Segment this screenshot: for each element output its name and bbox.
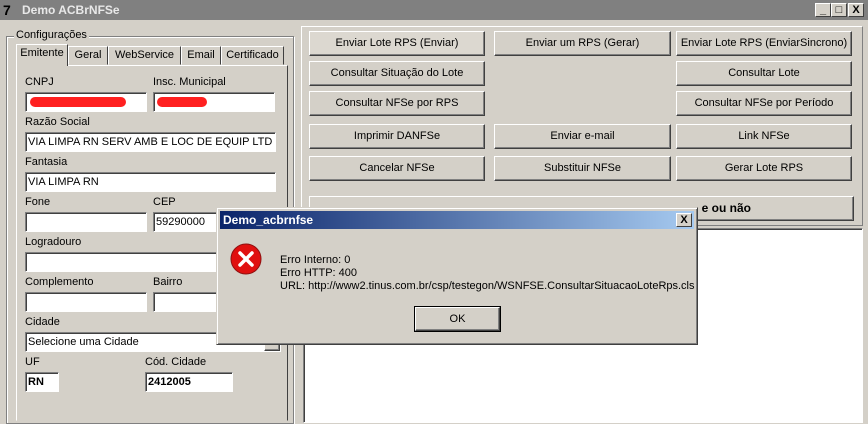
redaction-mark	[30, 97, 126, 107]
razao-social-field[interactable]: VIA LIMPA RN SERV AMB E LOC DE EQUIP LTD	[25, 132, 276, 152]
tab-webservice[interactable]: WebService	[108, 46, 181, 65]
fone-field[interactable]	[25, 212, 147, 232]
consultar-situacao-button[interactable]: Consultar Situação do Lote	[309, 61, 485, 86]
cancelar-nfse-button[interactable]: Cancelar NFSe	[309, 156, 485, 181]
cod-cidade-field[interactable]: 2412005	[145, 372, 233, 392]
complemento-label: Complemento	[25, 276, 94, 288]
cep-label: CEP	[153, 196, 176, 208]
close-button[interactable]: X	[848, 3, 864, 17]
minimize-button[interactable]: _	[815, 3, 831, 17]
dialog-line-2: Erro HTTP: 400	[280, 267, 358, 279]
dialog-title: Demo_acbrnfse	[223, 213, 314, 227]
consultar-lote-button[interactable]: Consultar Lote	[676, 61, 852, 86]
imprimir-danfse-button[interactable]: Imprimir DANFSe	[309, 124, 485, 149]
dialog-close-button[interactable]: X	[676, 213, 692, 227]
fantasia-field[interactable]: VIA LIMPA RN	[25, 172, 276, 192]
enviar-lote-button[interactable]: Enviar Lote RPS (Enviar)	[309, 31, 485, 56]
redaction-mark	[157, 97, 207, 107]
cod-cidade-label: Cód. Cidade	[145, 356, 207, 368]
cnpj-label: CNPJ	[25, 76, 54, 88]
config-group-label: Configurações	[14, 29, 89, 41]
delphi-7-icon[interactable]: 7	[3, 2, 19, 18]
dialog-line-3: URL: http://www2.tinus.com.br/csp/testeg…	[280, 280, 695, 292]
link-nfse-button[interactable]: Link NFSe	[676, 124, 852, 149]
bairro-field[interactable]	[153, 292, 223, 312]
logradouro-field[interactable]	[25, 252, 225, 272]
insc-municipal-label: Insc. Municipal	[153, 76, 226, 88]
complemento-field[interactable]	[25, 292, 147, 312]
consultar-nfse-periodo-button[interactable]: Consultar NFSe por Período	[676, 91, 852, 116]
substituir-nfse-button[interactable]: Substituir NFSe	[494, 156, 671, 181]
tab-certificado[interactable]: Certificado	[221, 46, 284, 65]
tab-emitente[interactable]: Emitente	[16, 44, 68, 66]
title-bar: 7 Demo ACBrNFSe _ □ X	[0, 0, 868, 20]
error-dialog: Demo_acbrnfse X Erro Interno: 0 Erro HTT…	[216, 207, 698, 345]
fantasia-label: Fantasia	[25, 156, 68, 168]
ok-button[interactable]: OK	[414, 306, 501, 332]
gerar-lote-rps-button[interactable]: Gerar Lote RPS	[676, 156, 852, 181]
enviar-email-button[interactable]: Enviar e-mail	[494, 124, 671, 149]
cidade-label: Cidade	[25, 316, 60, 328]
error-icon	[230, 243, 262, 275]
dialog-title-bar: Demo_acbrnfse X	[220, 211, 694, 229]
tab-geral[interactable]: Geral	[68, 46, 108, 65]
uf-field[interactable]: RN	[25, 372, 59, 392]
cep-field[interactable]: 59290000	[153, 212, 223, 232]
razao-social-label: Razão Social	[25, 116, 90, 128]
insc-municipal-field[interactable]	[153, 92, 275, 112]
window-title: Demo ACBrNFSe	[22, 3, 120, 17]
cnpj-field[interactable]	[25, 92, 147, 112]
dialog-line-1: Erro Interno: 0	[280, 254, 351, 266]
fone-label: Fone	[25, 196, 51, 208]
logradouro-label: Logradouro	[25, 236, 82, 248]
uf-label: UF	[25, 356, 40, 368]
enviar-um-rps-button[interactable]: Enviar um RPS (Gerar)	[494, 31, 671, 56]
tab-email[interactable]: Email	[181, 46, 221, 65]
bairro-label: Bairro	[153, 276, 183, 288]
enviar-sincrono-button[interactable]: Enviar Lote RPS (EnviarSincrono)	[676, 31, 852, 56]
consultar-nfse-rps-button[interactable]: Consultar NFSe por RPS	[309, 91, 485, 116]
maximize-button[interactable]: □	[831, 3, 847, 17]
